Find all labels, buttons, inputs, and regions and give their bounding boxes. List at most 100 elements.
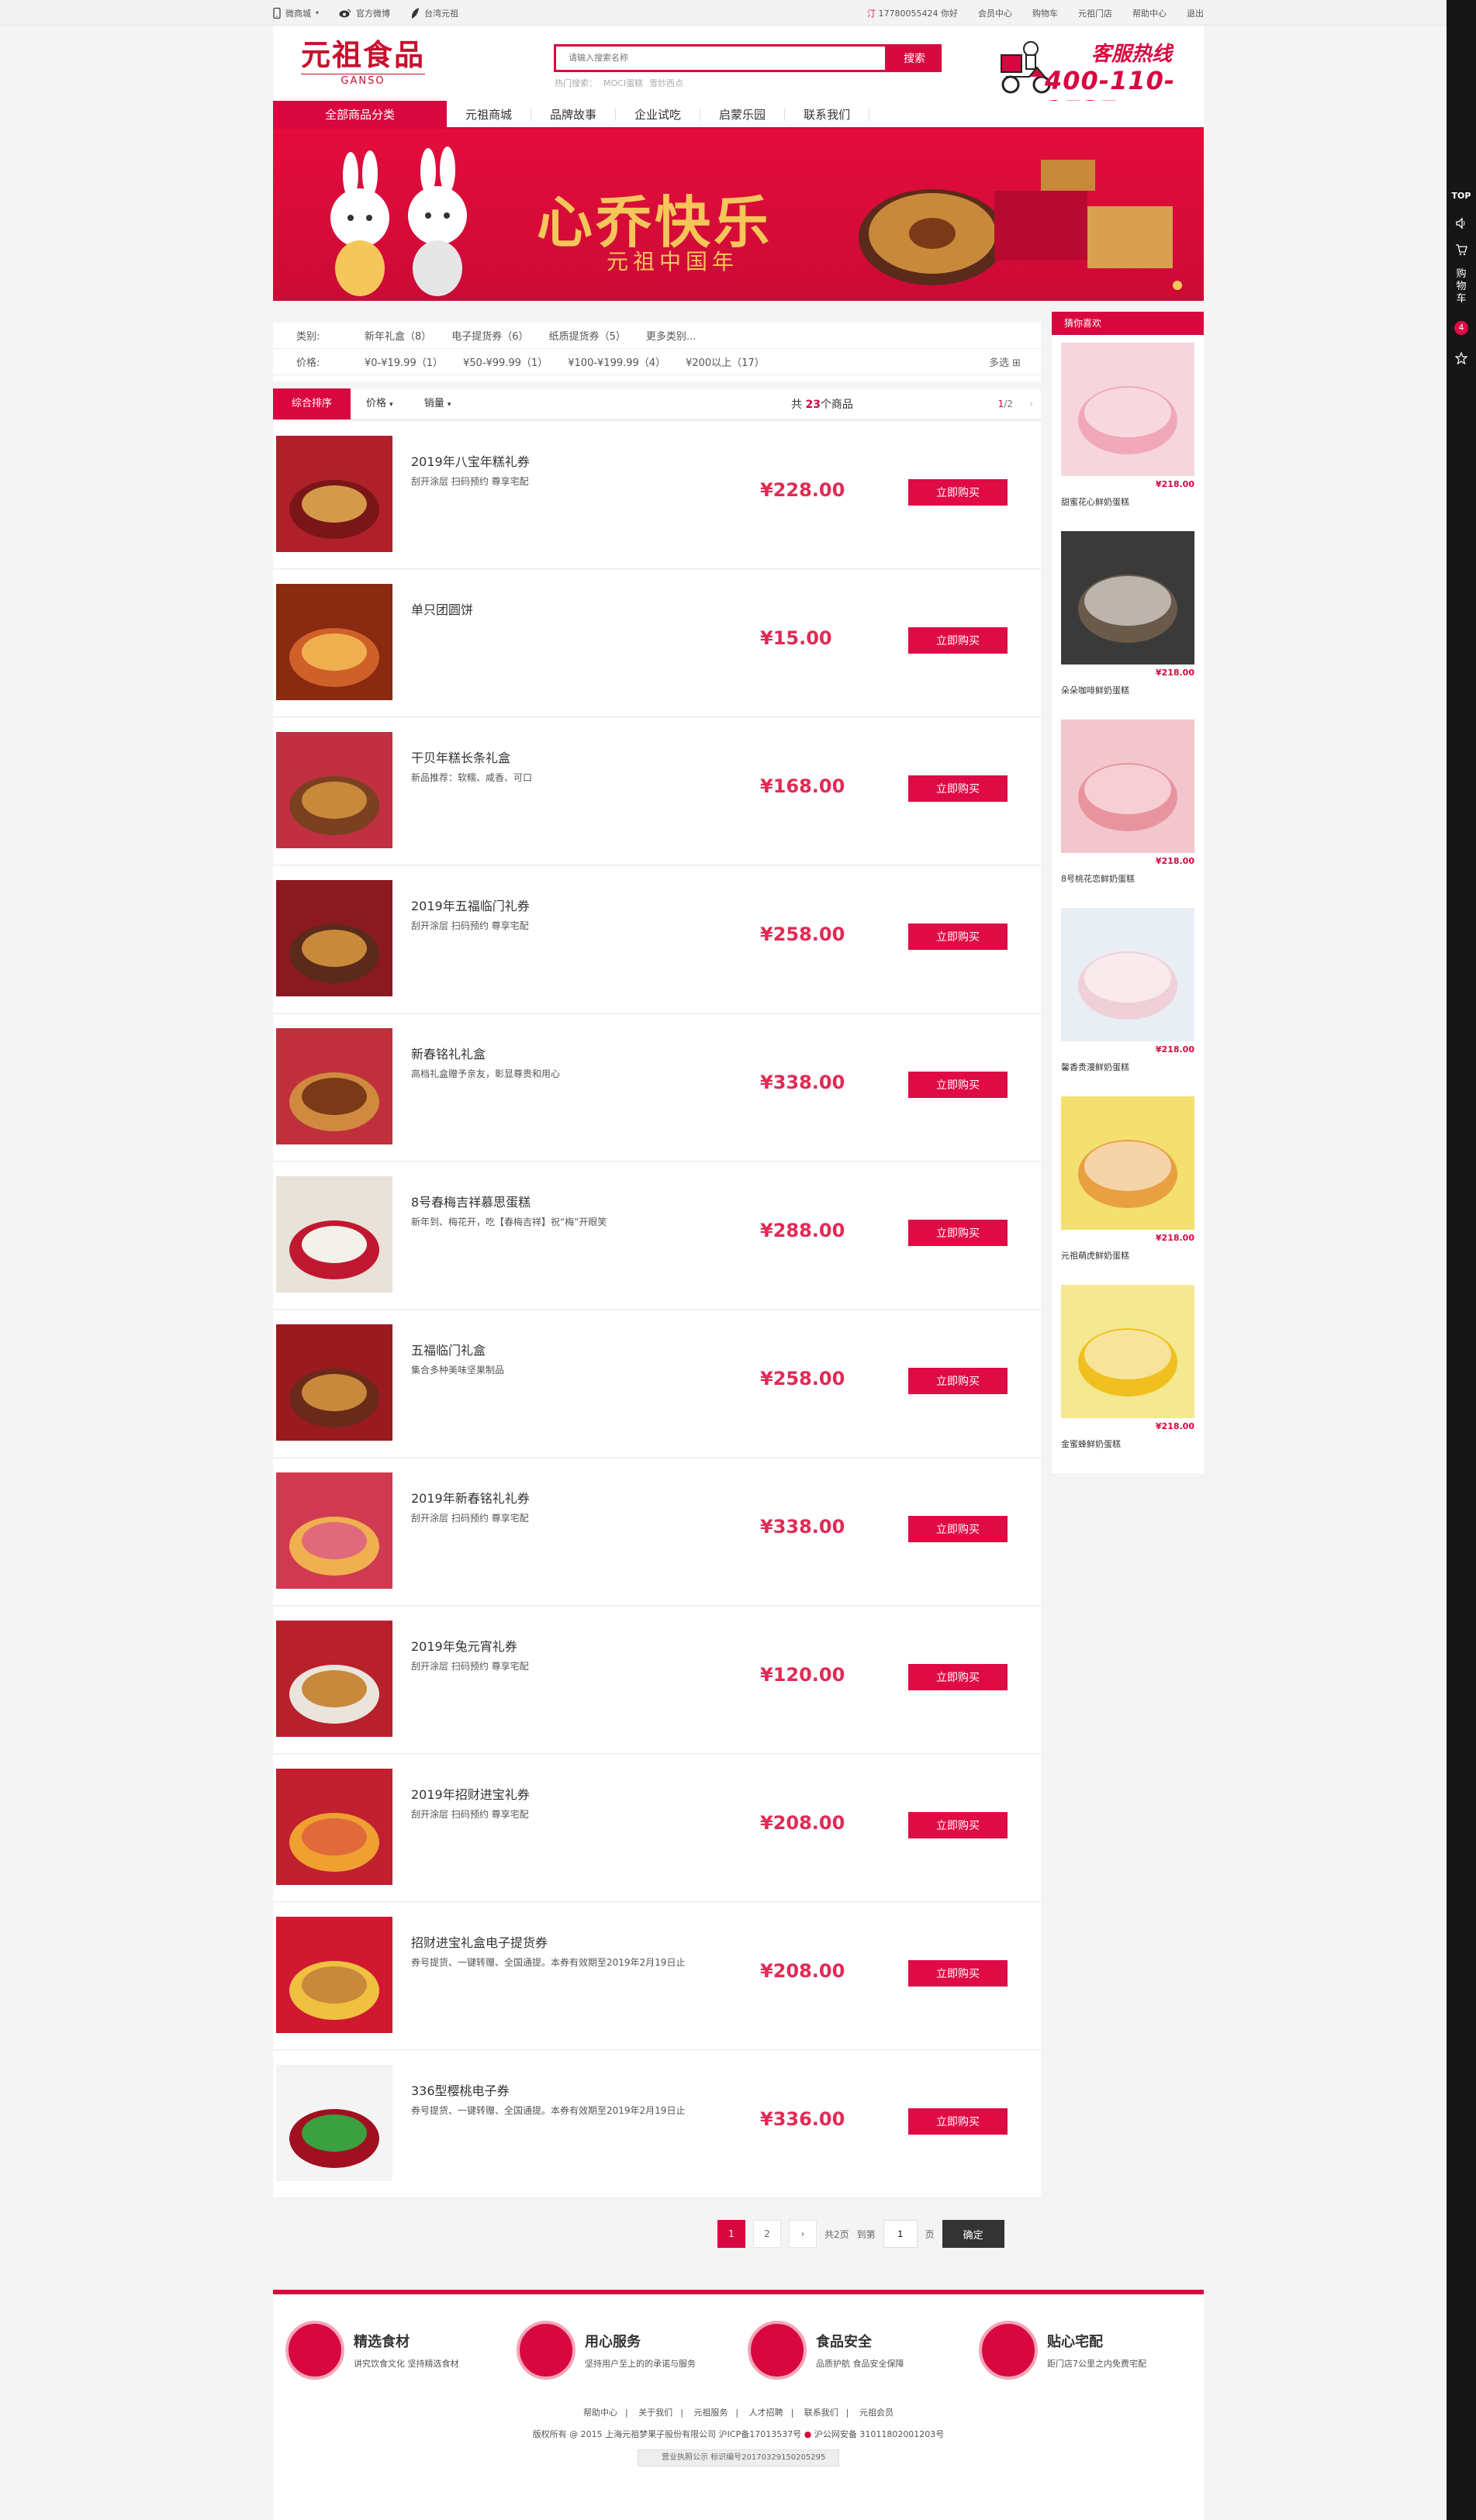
- product-name[interactable]: 2019年新春铭礼礼券: [411, 1488, 530, 1507]
- product-image[interactable]: [276, 1028, 392, 1144]
- back-to-top-button[interactable]: TOP: [1447, 191, 1476, 201]
- footer-link[interactable]: 元祖服务: [693, 2408, 728, 2418]
- weishop-link[interactable]: 微商城 ▾: [273, 7, 319, 19]
- hot-word[interactable]: 雪妙西点: [649, 77, 683, 89]
- price-option[interactable]: ¥0-¥19.99（1）: [365, 354, 443, 369]
- recommend-name[interactable]: 8号桃花恋鲜奶蛋糕: [1061, 872, 1194, 885]
- product-image[interactable]: [276, 880, 392, 996]
- recommend-name[interactable]: 甜蜜花心鲜奶蛋糕: [1061, 495, 1194, 508]
- recommend-image[interactable]: [1061, 531, 1194, 665]
- recommend-image[interactable]: [1061, 1096, 1194, 1230]
- promo-banner[interactable]: 心乔快乐 元祖中国年: [273, 129, 1204, 301]
- product-name[interactable]: 单只团圆饼: [411, 599, 473, 618]
- recommend-image[interactable]: [1061, 1285, 1194, 1418]
- help-link[interactable]: 帮助中心: [1132, 7, 1167, 19]
- product-name[interactable]: 2019年八宝年糕礼券: [411, 451, 530, 470]
- product-image[interactable]: [276, 732, 392, 848]
- more-categories-link[interactable]: 更多类别...: [646, 328, 696, 343]
- product-name[interactable]: 2019年招财进宝礼券: [411, 1784, 530, 1803]
- page-button[interactable]: 2: [753, 2220, 781, 2248]
- all-categories-button[interactable]: 全部商品分类: [273, 101, 447, 129]
- carousel-dot[interactable]: [1173, 281, 1182, 290]
- sort-sales-tab[interactable]: 销量 ▾: [409, 388, 467, 419]
- recommend-image[interactable]: [1061, 343, 1194, 476]
- star-favorite-icon[interactable]: [1447, 351, 1476, 367]
- nav-item-contact[interactable]: 联系我们: [785, 109, 870, 121]
- footer-link[interactable]: 帮助中心: [583, 2408, 617, 2418]
- recommend-name[interactable]: 馨香贵漫鲜奶蛋糕: [1061, 1061, 1194, 1073]
- product-image[interactable]: [276, 2065, 392, 2181]
- product-image[interactable]: [276, 584, 392, 700]
- recommend-item[interactable]: ¥218.00 金蜜蜂鲜奶蛋糕: [1061, 1285, 1194, 1450]
- nav-item-tasting[interactable]: 企业试吃: [616, 109, 701, 121]
- product-name[interactable]: 8号春梅吉祥慕思蛋糕: [411, 1192, 531, 1210]
- buy-now-button[interactable]: 立即购买: [908, 479, 1008, 506]
- member-center-link[interactable]: 会员中心: [978, 7, 1012, 19]
- price-option[interactable]: ¥50-¥99.99（1）: [463, 354, 548, 369]
- price-option[interactable]: ¥100-¥199.99（4）: [568, 354, 665, 369]
- buy-now-button[interactable]: 立即购买: [908, 1072, 1008, 1098]
- product-image[interactable]: [276, 1621, 392, 1737]
- buy-now-button[interactable]: 立即购买: [908, 1812, 1008, 1838]
- product-image[interactable]: [276, 1176, 392, 1293]
- buy-now-button[interactable]: 立即购买: [908, 1516, 1008, 1542]
- cart-label[interactable]: 购 物 车: [1447, 268, 1476, 306]
- search-input[interactable]: [554, 44, 887, 72]
- multi-select-button[interactable]: 多选 ⊞: [989, 354, 1021, 369]
- buy-now-button[interactable]: 立即购买: [908, 1664, 1008, 1690]
- buy-now-button[interactable]: 立即购买: [908, 1960, 1008, 1987]
- cart-link[interactable]: 购物车: [1032, 7, 1058, 19]
- product-name[interactable]: 干贝年糕长条礼盒: [411, 747, 510, 766]
- category-option[interactable]: 电子提货券（6）: [451, 328, 528, 343]
- buy-now-button[interactable]: 立即购买: [908, 627, 1008, 654]
- product-name[interactable]: 招财进宝礼盒电子提货券: [411, 1932, 548, 1951]
- footer-link[interactable]: 关于我们: [638, 2408, 672, 2418]
- product-name[interactable]: 2019年兔元宵礼券: [411, 1636, 517, 1655]
- taiwan-link[interactable]: 台湾元祖: [410, 7, 458, 19]
- footer-link[interactable]: 人才招聘: [749, 2408, 783, 2418]
- product-image[interactable]: [276, 1324, 392, 1441]
- nav-item-mall[interactable]: 元祖商城: [447, 109, 532, 121]
- recommend-image[interactable]: [1061, 720, 1194, 853]
- product-image[interactable]: [276, 1472, 392, 1589]
- product-name[interactable]: 新春铭礼礼盒: [411, 1044, 486, 1062]
- buy-now-button[interactable]: 立即购买: [908, 1368, 1008, 1394]
- recommend-item[interactable]: ¥218.00 8号桃花恋鲜奶蛋糕: [1061, 720, 1194, 885]
- page-jump-confirm-button[interactable]: 确定: [942, 2220, 1004, 2248]
- next-page-arrow-icon[interactable]: ›: [1029, 399, 1033, 409]
- logo[interactable]: 元祖食品 GANSO: [301, 38, 433, 89]
- weibo-link[interactable]: 官方微博: [339, 7, 390, 19]
- search-button[interactable]: 搜索: [887, 44, 942, 72]
- next-page-button[interactable]: ›: [789, 2220, 817, 2248]
- product-name[interactable]: 五福临门礼盒: [411, 1340, 486, 1358]
- hot-word[interactable]: MOCI蛋糕: [603, 77, 643, 89]
- product-image[interactable]: [276, 1769, 392, 1885]
- buy-now-button[interactable]: 立即购买: [908, 775, 1008, 802]
- recommend-name[interactable]: 金蜜蜂鲜奶蛋糕: [1061, 1438, 1194, 1450]
- sort-default-tab[interactable]: 综合排序: [273, 388, 351, 419]
- page-button[interactable]: 1: [717, 2220, 745, 2248]
- product-name[interactable]: 2019年五福临门礼券: [411, 896, 530, 914]
- nav-item-brand[interactable]: 品牌故事: [531, 109, 617, 121]
- recommend-name[interactable]: 朵朵咖啡鲜奶蛋糕: [1061, 684, 1194, 696]
- license-badge[interactable]: 营业执照公示 标识编号20170329150205295: [638, 2449, 839, 2466]
- price-option[interactable]: ¥200以上（17）: [686, 354, 765, 369]
- buy-now-button[interactable]: 立即购买: [908, 923, 1008, 950]
- category-option[interactable]: 纸质提货券（5）: [549, 328, 626, 343]
- product-image[interactable]: [276, 1917, 392, 2033]
- product-name[interactable]: 336型樱桃电子券: [411, 2080, 510, 2099]
- footer-link[interactable]: 元祖会员: [859, 2408, 894, 2418]
- buy-now-button[interactable]: 立即购买: [908, 1220, 1008, 1246]
- recommend-item[interactable]: ¥218.00 甜蜜花心鲜奶蛋糕: [1061, 343, 1194, 508]
- nav-item-park[interactable]: 启蒙乐园: [700, 109, 786, 121]
- category-option[interactable]: 新年礼盒（8）: [365, 328, 431, 343]
- logout-link[interactable]: 退出: [1187, 7, 1204, 19]
- footer-link[interactable]: 联系我们: [804, 2408, 838, 2418]
- cart-icon[interactable]: [1447, 243, 1476, 258]
- page-jump-input[interactable]: [883, 2220, 918, 2248]
- stores-link[interactable]: 元祖门店: [1078, 7, 1112, 19]
- recommend-item[interactable]: ¥218.00 馨香贵漫鲜奶蛋糕: [1061, 908, 1194, 1073]
- recommend-item[interactable]: ¥218.00 朵朵咖啡鲜奶蛋糕: [1061, 531, 1194, 696]
- recommend-name[interactable]: 元祖萌虎鲜奶蛋糕: [1061, 1249, 1194, 1262]
- recommend-image[interactable]: [1061, 908, 1194, 1041]
